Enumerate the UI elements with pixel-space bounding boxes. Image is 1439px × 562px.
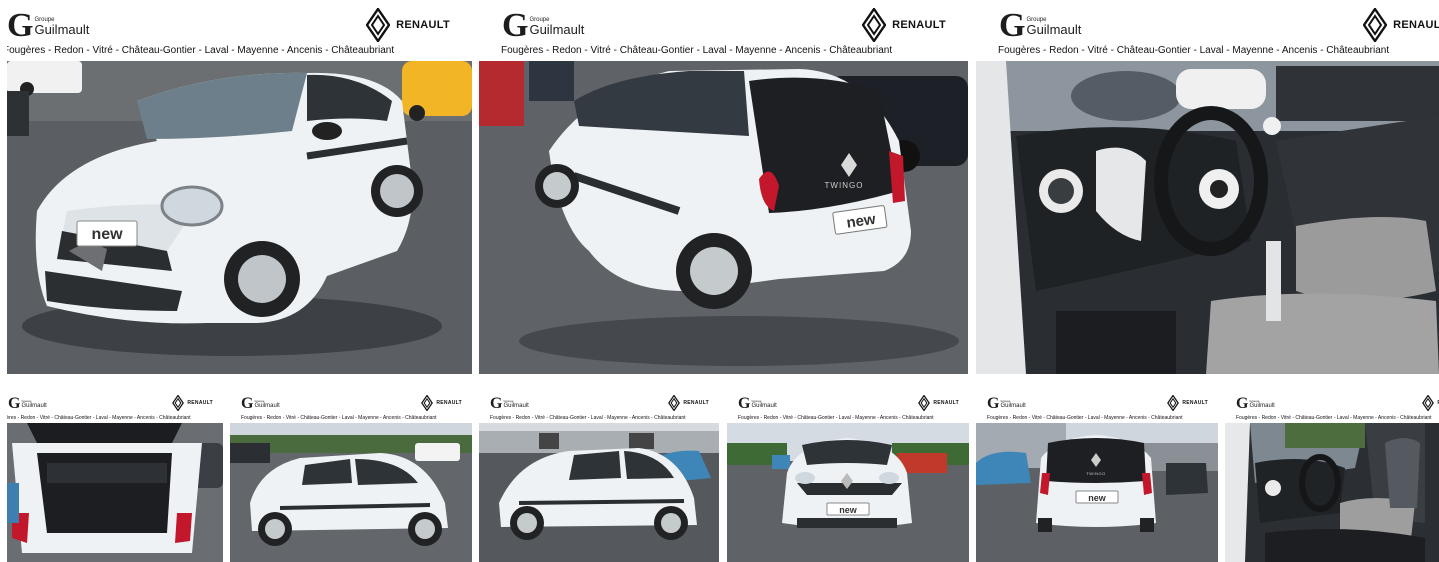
gallery-photo-2[interactable]: G Groupe Guilmault RENAULT Fougères - Red… (479, 0, 968, 374)
guilmault-logo: G Groupe Guilmault (502, 7, 585, 44)
photo-banner: GGroupeGuilmault RENAULT Fougères - Redo… (1225, 386, 1439, 423)
g-logo-icon: G (738, 395, 751, 412)
gallery-photo-4[interactable]: G Groupe Guilmault RENAULT Fougères - Redo… (7, 386, 223, 562)
g-logo-icon: G (490, 395, 503, 412)
svg-text:new: new (91, 226, 123, 243)
svg-text:TWINGO: TWINGO (1086, 471, 1105, 476)
renault-diamond-icon (918, 395, 931, 411)
g-logo-icon: G (8, 395, 21, 412)
dealer-cities: Fougères - Redon - Vitré - Château-Gonti… (241, 415, 437, 421)
car-photo-rear: TWINGO new (479, 61, 968, 374)
renault-logo: RENAULT (1363, 8, 1439, 42)
renault-logo: RENAULT (421, 395, 462, 411)
photo-banner: G GroupeGuilmault RENAULT Fougères - Red… (7, 0, 472, 61)
photo-banner: G GroupeGuilmault RENAULT Fougères - Red… (479, 0, 968, 61)
dealer-cities: Fougères - Redon - Vitré - Château-Gonti… (1236, 415, 1432, 421)
guilmault-logo: G Groupe Guilmault (7, 7, 90, 44)
gallery-photo-9[interactable]: GGroupeGuilmault RENAULT Fougères - Redo… (1225, 386, 1439, 562)
guilmault-logo: G Groupe Guilmault (8, 395, 47, 412)
renault-logo: RENAULT (366, 8, 450, 42)
renault-diamond-icon (862, 8, 887, 42)
renault-diamond-icon (1167, 395, 1180, 411)
car-photo-rear-view: TWINGO new (976, 423, 1218, 562)
svg-text:new: new (1088, 493, 1107, 503)
guilmault-logo: G Groupe Guilmault (987, 395, 1026, 412)
photo-banner: G GroupeGuilmault RENAULT Fougères - Red… (976, 0, 1439, 61)
photo-banner: GGroupeGuilmault RENAULT Fougères - Redo… (479, 386, 719, 423)
car-photo-side (230, 423, 472, 562)
g-logo-icon: G (7, 7, 34, 44)
guilmault-logo: G Groupe Guilmault (1236, 395, 1275, 412)
guilmault-logo: G Groupe Guilmault (999, 7, 1082, 44)
photo-banner: GGroupeGuilmault RENAULT Fougères - Redo… (7, 386, 223, 423)
renault-logo: RENAULT (1167, 395, 1208, 411)
gallery-photo-1[interactable]: G Groupe Guilmault RENAULT Fougères - Red… (7, 0, 472, 374)
g-logo-icon: G (1236, 395, 1249, 412)
gallery-photo-6[interactable]: G Groupe Guilmault RENAULT Fougères - Redo… (479, 386, 719, 562)
car-photo-interior-passenger (1225, 423, 1439, 562)
guilmault-logo: G Groupe Guilmault (241, 395, 280, 412)
dealer-cities: Fougères - Redon - Vitré - Château-Gonti… (7, 45, 395, 56)
dealer-cities: Fougères - Redon - Vitré - Château-Gonti… (490, 415, 686, 421)
svg-text:new: new (839, 505, 858, 515)
dealer-cities: Fougères - Redon - Vitré - Château-Gonti… (7, 415, 191, 421)
car-photo-trunk (7, 423, 223, 562)
dealer-cities: Fougères - Redon - Vitré - Château-Gonti… (738, 415, 934, 421)
car-photo-interior (976, 61, 1439, 374)
photo-banner: GGroupeGuilmault RENAULT Fougères - Redo… (727, 386, 969, 423)
renault-logo: RENAULT (172, 395, 213, 411)
guilmault-logo: G Groupe Guilmault (490, 395, 529, 412)
renault-diamond-icon (421, 395, 434, 411)
car-photo-side-alt (479, 423, 719, 562)
dealer-cities: Fougères - Redon - Vitré - Château-Gonti… (501, 45, 893, 56)
photo-banner: GGroupeGuilmault RENAULT Fougères - Redo… (976, 386, 1218, 423)
guilmault-logo: G Groupe Guilmault (738, 395, 777, 412)
renault-diamond-icon (668, 395, 681, 411)
dealer-cities: Fougères - Redon - Vitré - Château-Gonti… (998, 45, 1390, 56)
gallery-photo-5[interactable]: G Groupe Guilmault RENAULT Fougères - Redo… (230, 386, 472, 562)
g-logo-icon: G (241, 395, 254, 412)
gallery-photo-3[interactable]: G GroupeGuilmault RENAULT Fougères - Red… (976, 0, 1439, 374)
svg-text:TWINGO: TWINGO (825, 181, 864, 190)
g-logo-icon: G (999, 7, 1026, 44)
renault-diamond-icon (1363, 8, 1388, 42)
dealer-cities: Fougères - Redon - Vitré - Château-Gonti… (987, 415, 1183, 421)
renault-logo: RENAULT (918, 395, 959, 411)
gallery-photo-7[interactable]: G Groupe Guilmault RENAULT Fougères - Redo… (727, 386, 969, 562)
photo-banner: GGroupeGuilmault RENAULT Fougères - Redo… (230, 386, 472, 423)
renault-diamond-icon (366, 8, 391, 42)
car-photo-front: new (7, 61, 472, 374)
g-logo-icon: G (987, 395, 1000, 412)
renault-logo: RENAULT (1422, 395, 1439, 411)
renault-logo: RENAULT (668, 395, 709, 411)
gallery-photo-8[interactable]: G Groupe Guilmault RENAULT Fougères - Redo… (976, 386, 1218, 562)
g-logo-icon: G (502, 7, 529, 44)
renault-diamond-icon (172, 395, 185, 411)
renault-diamond-icon (1422, 395, 1435, 411)
renault-logo: RENAULT (862, 8, 946, 42)
car-photo-front-view: new (727, 423, 969, 562)
